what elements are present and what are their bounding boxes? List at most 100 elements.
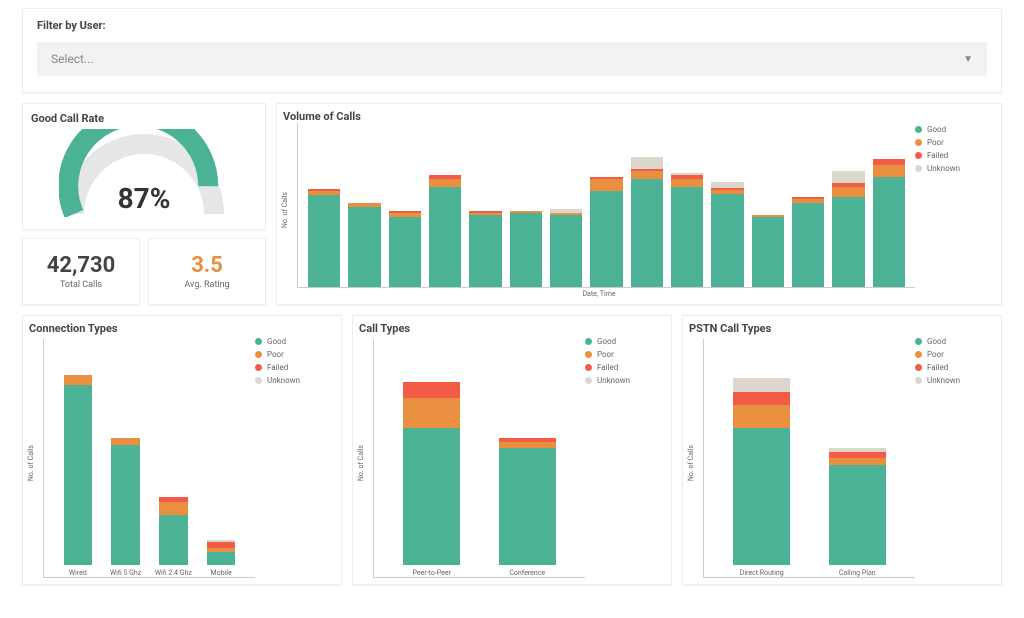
conn-ylabel: No. of Calls [27,444,35,480]
bar-seg-poor [590,179,622,191]
bar-stack [469,211,501,287]
legend-dot-poor [915,351,922,358]
bar-stack [403,382,460,565]
bar-stack [159,497,188,565]
legend-label-failed: Failed [927,151,948,160]
bar-col [465,211,505,287]
category-label: Wifi 5 Ghz [110,569,141,577]
bar-seg-good [469,215,501,287]
bar-seg-poor [429,179,461,187]
legend-item-failed: Failed [915,363,995,372]
legend-label-good: Good [927,337,946,346]
avg-rating-value: 3.5 [153,253,261,278]
legend-label-good: Good [597,337,616,346]
bar-col: Wifi 2.4 Ghz [150,497,198,577]
legend-label-poor: Poor [597,350,614,359]
bar-col [506,211,546,287]
bar-col [627,157,667,287]
bar-stack [631,157,663,287]
user-select[interactable]: Select... ▼ [37,42,987,76]
bar-col [586,177,626,287]
bar-seg-poor [499,442,556,449]
total-calls-label: Total Calls [27,280,135,290]
avg-rating-label: Avg. Rating [153,280,261,290]
bar-seg-poor [64,375,93,385]
bar-col [828,171,868,287]
bar-stack [671,173,703,287]
bar-seg-poor [829,458,886,465]
bar-seg-good [792,203,824,287]
types-legend: GoodPoorFailedUnknown [585,335,665,578]
bottom-row: Connection Types No. of Calls WiredWifi … [22,315,1002,585]
legend-item-failed: Failed [915,151,995,160]
legend-dot-failed [915,364,922,371]
bar-stack [752,215,784,287]
legend-label-unknown: Unknown [927,376,960,385]
conn-bars: WiredWifi 5 GhzWifi 2.4 GhzMobile [43,339,255,578]
bar-seg-good [832,197,864,287]
bar-seg-poor [111,438,140,445]
bar-stack [829,448,886,565]
volume-chart-card: Volume of Calls No. of Calls Date, Time … [276,103,1002,305]
legend-dot-unknown [585,377,592,384]
gauge-value: 87% [118,182,171,215]
category-label: Conference [509,569,545,577]
legend-item-unknown: Unknown [255,376,335,385]
types-ylabel: No. of Calls [357,444,365,480]
bar-col: Wired [54,375,102,577]
bar-seg-good [752,217,784,287]
legend-item-poor: Poor [255,350,335,359]
bar-stack [308,189,340,287]
bar-col [304,189,344,287]
total-calls-card: 42,730 Total Calls [22,238,140,305]
bar-stack [590,177,622,287]
pstn-card: PSTN Call Types No. of Calls Direct Rout… [682,315,1002,585]
bar-stack [348,203,380,287]
bar-stack [792,197,824,287]
legend-item-good: Good [915,125,995,134]
bar-col: Peer-to-Peer [384,382,480,577]
bar-stack [711,182,743,287]
legend-item-good: Good [915,337,995,346]
bar-seg-good [389,217,421,287]
bar-col [546,209,586,287]
volume-chart-title: Volume of Calls [283,110,995,123]
legend-dot-poor [255,351,262,358]
legend-label-unknown: Unknown [267,376,300,385]
legend-dot-good [915,338,922,345]
bar-seg-good [64,385,93,565]
bar-seg-failed [829,452,886,459]
bar-seg-good [829,465,886,565]
bar-seg-good [711,194,743,287]
category-label: Wifi 2.4 Ghz [155,569,192,577]
legend-item-good: Good [585,337,665,346]
legend-label-poor: Poor [927,350,944,359]
gauge-title: Good Call Rate [31,112,257,125]
bar-seg-good [631,179,663,287]
bar-seg-good [159,515,188,565]
bar-seg-unknown [631,157,663,169]
bar-stack [389,211,421,287]
total-calls-value: 42,730 [27,253,135,278]
legend-label-poor: Poor [927,138,944,147]
call-types-card: Call Types No. of Calls Peer-to-PeerConf… [352,315,672,585]
legend-item-failed: Failed [585,363,665,372]
bar-col [385,211,425,287]
bar-seg-poor [671,179,703,187]
bar-seg-poor [403,398,460,428]
bar-stack [832,171,864,287]
legend-item-failed: Failed [255,363,335,372]
user-select-placeholder: Select... [51,52,93,66]
legend-dot-failed [255,364,262,371]
pstn-title: PSTN Call Types [689,322,995,335]
gauge-card: Good Call Rate 87% [22,103,266,230]
category-label: Direct Routing [740,569,784,577]
bar-col [667,173,707,287]
bar-seg-poor [631,171,663,179]
bar-seg-unknown [832,171,864,183]
bar-seg-poor [832,187,864,197]
category-label: Peer-to-Peer [413,569,451,577]
category-label: Calling Plan [839,569,876,577]
bar-seg-good [429,187,461,287]
legend-dot-unknown [915,165,922,172]
